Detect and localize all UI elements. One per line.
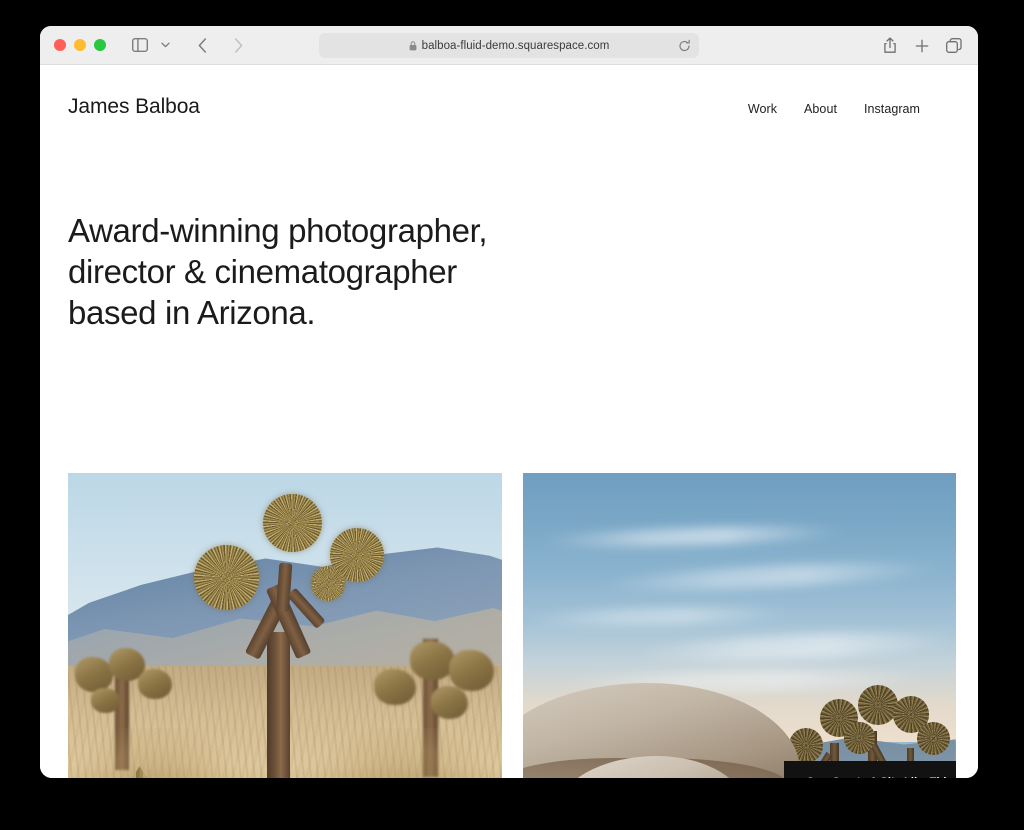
reload-icon (679, 39, 690, 51)
photo1-main-tree-trunk (267, 631, 290, 778)
foliage (858, 684, 898, 725)
plus-icon (915, 39, 929, 52)
minimize-window-button[interactable] (74, 39, 86, 51)
chevron-left-icon (198, 37, 206, 53)
tabs-overview-button[interactable] (944, 34, 964, 58)
browser-toolbar: balboa-fluid-demo.squarespace.com (40, 26, 978, 65)
maximize-window-button[interactable] (94, 39, 106, 51)
foliage (844, 722, 876, 754)
foliage (374, 668, 416, 705)
gallery-image-joshua-tree[interactable] (68, 473, 502, 778)
reload-button[interactable] (678, 39, 691, 52)
lock-icon (409, 40, 417, 50)
squarespace-logo-icon (808, 777, 813, 778)
foliage (449, 649, 494, 692)
photo1-main-tree-foliage (193, 545, 259, 611)
hero-section: Award-winning photographer, director & c… (40, 119, 978, 334)
chevron-right-icon (234, 37, 242, 53)
address-bar-content: balboa-fluid-demo.squarespace.com (409, 40, 610, 52)
photo1-brush (68, 728, 242, 778)
new-tab-button[interactable] (912, 34, 932, 58)
foliage (410, 641, 455, 680)
toolbar-left-group (127, 33, 251, 57)
foliage (431, 685, 468, 719)
photo1-main-tree-foliage (310, 566, 346, 601)
chevron-down-icon (160, 42, 170, 48)
foliage (74, 657, 114, 693)
window-traffic-lights (54, 39, 106, 51)
nav-link-instagram[interactable]: Instagram (864, 102, 920, 116)
squarespace-promo-banner[interactable]: Create A Site Like This Free trial. Inst… (784, 761, 956, 778)
nav-link-about[interactable]: About (804, 102, 837, 116)
web-page-content: James Balboa Work About Instagram Award-… (40, 65, 978, 778)
tabs-icon (946, 38, 962, 53)
forward-button[interactable] (225, 33, 251, 57)
address-bar[interactable]: balboa-fluid-demo.squarespace.com (319, 33, 699, 58)
sidebar-dropdown-button[interactable] (156, 33, 174, 57)
site-logo[interactable]: James Balboa (68, 95, 200, 119)
foliage (137, 668, 172, 700)
photo1-main-tree-foliage (263, 493, 322, 553)
site-navigation: Work About Instagram (748, 102, 920, 116)
share-button[interactable] (880, 34, 900, 58)
gallery-image-boulders[interactable]: Create A Site Like This Free trial. Inst… (522, 473, 956, 778)
squarespace-banner-text: Create A Site Like This Free trial. Inst… (832, 776, 953, 779)
nav-link-work[interactable]: Work (748, 102, 777, 116)
address-bar-text: balboa-fluid-demo.squarespace.com (421, 39, 610, 52)
browser-window: balboa-fluid-demo.squarespace.com James … (40, 26, 978, 778)
foliage (916, 722, 950, 756)
sidebar-icon (132, 38, 148, 52)
site-header: James Balboa Work About Instagram (40, 65, 978, 119)
squarespace-banner-title: Create A Site Like This (832, 776, 953, 779)
photo1-brush (306, 728, 502, 778)
toolbar-right-group (880, 26, 964, 65)
back-button[interactable] (189, 33, 215, 57)
sidebar-toggle-button[interactable] (127, 33, 153, 57)
navigation-arrows (189, 33, 251, 57)
foliage (90, 687, 120, 714)
page-title: Award-winning photographer, director & c… (68, 212, 488, 331)
photo-gallery: Create A Site Like This Free trial. Inst… (68, 473, 956, 778)
close-window-button[interactable] (54, 39, 66, 51)
share-icon (884, 37, 896, 53)
